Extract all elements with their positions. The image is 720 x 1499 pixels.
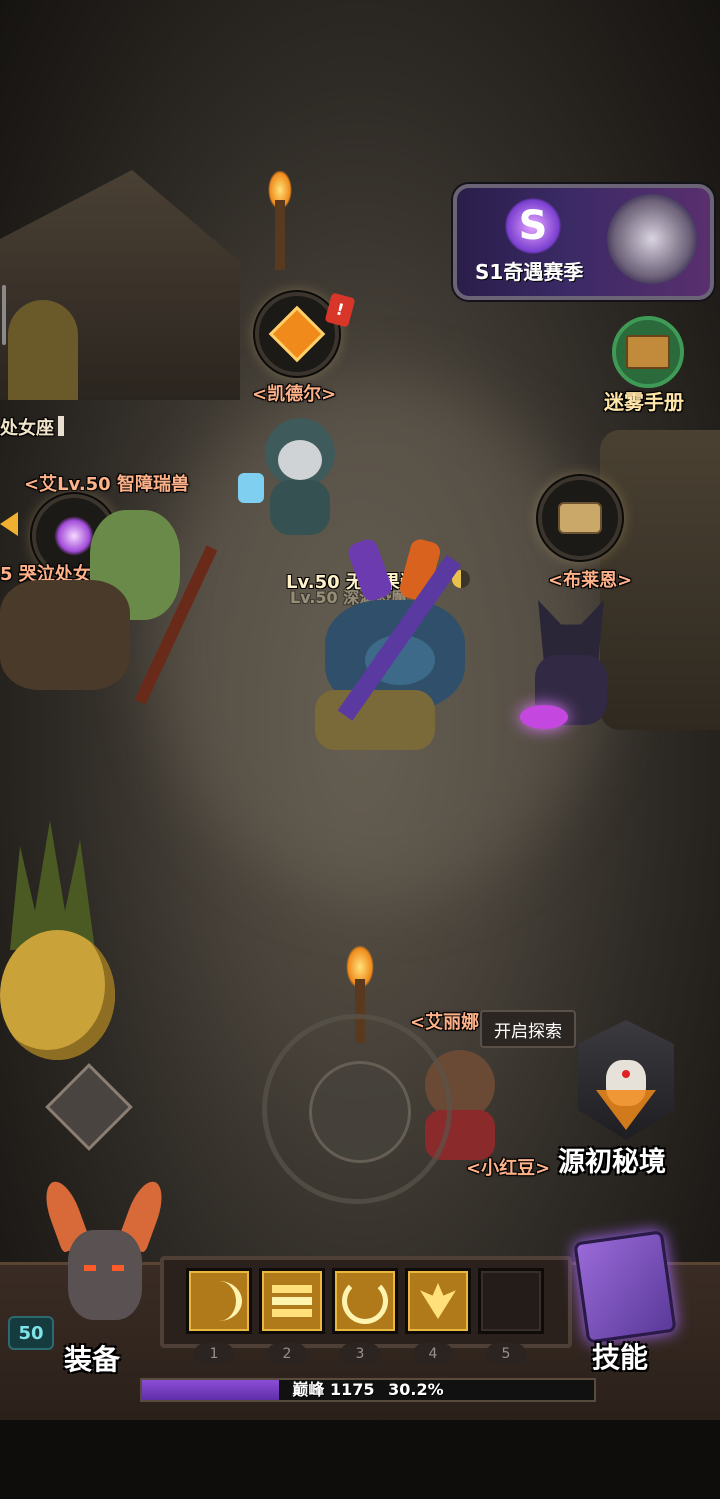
other-player-name[interactable]: <艾Lv.50 智障瑞兽 xyxy=(24,470,189,496)
skill-slot-3[interactable] xyxy=(332,1268,398,1334)
spellbook-icon xyxy=(573,1230,677,1344)
skill-bar xyxy=(160,1256,572,1348)
alert-badge-icon: ! xyxy=(324,292,356,328)
origin-realm-label: 源初秘境 xyxy=(558,1147,666,1178)
skills-button[interactable]: 技能 xyxy=(570,1228,690,1378)
skill-slot-4[interactable] xyxy=(405,1268,471,1334)
torch-top xyxy=(262,170,298,270)
bottom-black-band xyxy=(0,1420,720,1499)
npc-ailina-label[interactable]: <艾丽娜 xyxy=(410,1008,479,1034)
game-scene[interactable]: S S1奇遇赛季 迷雾手册 ! <凯德尔> <布莱恩> Lv.50 无畏果酱鸡 … xyxy=(0,0,720,1499)
slot-number-2: 2 xyxy=(267,1343,307,1365)
npc-xiaohongdou-label[interactable]: <小红豆> xyxy=(466,1154,550,1180)
peak-percent: 30.2% xyxy=(388,1380,444,1399)
origin-realm-button[interactable]: 源初秘境 xyxy=(556,1000,716,1180)
peak-progress-bar: 巅峰 1175 30.2% xyxy=(140,1378,596,1402)
slot-number-3: 3 xyxy=(340,1343,380,1365)
other-player-left-top-label[interactable]: 处女座 xyxy=(0,414,54,440)
hut-door xyxy=(8,300,78,400)
skills-label: 技能 xyxy=(592,1341,649,1374)
level-badge: 50 xyxy=(8,1316,54,1350)
other-player-character[interactable] xyxy=(0,500,240,710)
slash-icon xyxy=(196,1281,242,1321)
player-character[interactable] xyxy=(285,536,565,770)
vortex-icon xyxy=(342,1278,388,1324)
peak-progress-text: 巅峰 1175 30.2% xyxy=(142,1380,594,1400)
slot-number-4: 4 xyxy=(413,1343,453,1365)
other-player-left-top-badge xyxy=(58,416,64,436)
skill-slot-5[interactable] xyxy=(478,1268,544,1334)
edge-handle[interactable] xyxy=(2,285,6,345)
npc-kaideer[interactable] xyxy=(238,418,350,538)
fog-manual-button[interactable]: 迷雾手册 xyxy=(604,316,714,416)
pineapple-statue xyxy=(0,820,120,1120)
skill-slot-2[interactable] xyxy=(259,1268,325,1334)
joystick[interactable] xyxy=(262,1014,452,1204)
joystick-knob[interactable] xyxy=(309,1061,411,1163)
peak-label: 巅峰 xyxy=(292,1380,325,1399)
demon-helmet-icon xyxy=(38,1176,170,1330)
equipment-label: 装备 xyxy=(64,1343,121,1376)
demon-icon xyxy=(420,1283,456,1319)
npc-kaideer-label[interactable]: <凯德尔> xyxy=(252,380,336,406)
gem-icon xyxy=(268,305,326,363)
slot-number-1: 1 xyxy=(194,1343,234,1365)
equipment-button[interactable]: 50 装备 xyxy=(0,1063,170,1380)
helmet-art-icon xyxy=(607,194,697,284)
npc-kaideer-quest-icon[interactable] xyxy=(255,292,339,376)
scroll-icon xyxy=(558,502,602,534)
peak-value: 1175 xyxy=(329,1380,375,1399)
fog-manual-label: 迷雾手册 xyxy=(604,390,684,414)
skull-shield-icon xyxy=(578,1020,674,1140)
slot-number-5: 5 xyxy=(486,1343,526,1365)
season-s-icon: S xyxy=(505,198,561,254)
book-icon xyxy=(612,316,684,388)
burst-icon xyxy=(272,1297,312,1305)
season-banner-label: S1奇遇赛季 xyxy=(475,260,584,284)
skill-slot-1[interactable] xyxy=(186,1268,252,1334)
season-banner[interactable]: S S1奇遇赛季 xyxy=(453,184,714,300)
